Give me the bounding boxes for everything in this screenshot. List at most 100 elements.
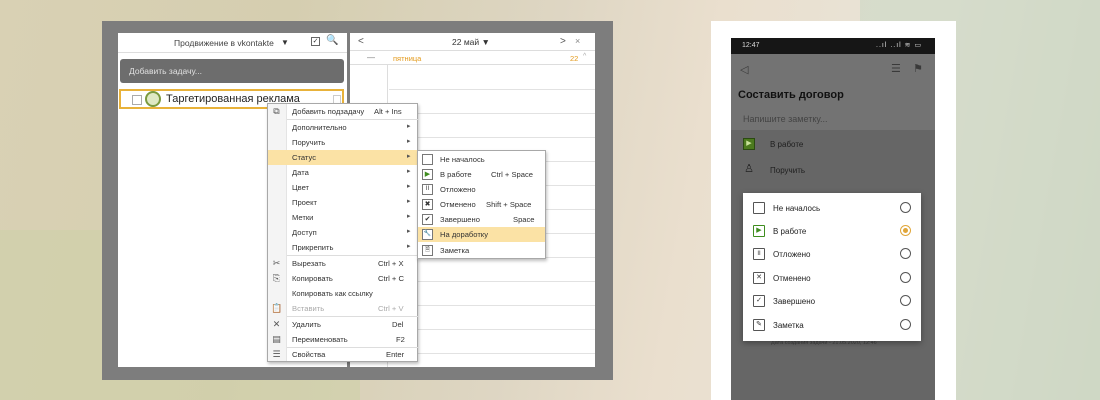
in-progress-icon: ▶ (422, 169, 433, 180)
calendar-header: < 22 май ▼ > × (350, 33, 595, 51)
menu-item-label: Вставить (292, 304, 325, 313)
dialog-option-not-started[interactable]: Не началось (743, 197, 921, 220)
cancelled-icon: ✕ (753, 272, 765, 284)
menu-item-label: Свойства (292, 350, 326, 359)
menu-item-label: Добавить подзадачу (292, 107, 365, 116)
add-task-placeholder: Добавить задачу... (129, 66, 202, 76)
status-option-cancelled[interactable]: ✖ Отменено Shift + Space (418, 197, 545, 212)
day-number: 22 (570, 54, 579, 63)
menu-item-project[interactable]: Проект ▸ (268, 195, 417, 210)
menu-item-paste[interactable]: 📋 Вставить Ctrl + V (268, 301, 417, 316)
chevron-left-icon[interactable]: < (358, 36, 364, 47)
task-checkbox[interactable] (132, 95, 142, 105)
status-option-paused[interactable]: II Отложено (418, 182, 545, 197)
menu-item-shortcut: Del (392, 320, 404, 329)
dialog-option-paused[interactable]: II Отложено (743, 243, 921, 266)
status-time: 12:47 (742, 42, 760, 49)
dialog-option-note[interactable]: ✎ Заметка (743, 314, 921, 337)
cancelled-icon: ✖ (422, 199, 433, 210)
chevron-down-icon[interactable]: ▼ (281, 38, 289, 47)
time-slot-line (389, 89, 595, 90)
back-icon[interactable]: ◁ (740, 63, 748, 76)
paused-icon: II (753, 248, 765, 260)
status-submenu: Не началось ▶ В работе Ctrl + Space II О… (417, 150, 546, 259)
status-option-label: На доработку (440, 230, 489, 239)
menu-item-access[interactable]: Доступ ▸ (268, 225, 417, 240)
check-icon[interactable]: ✓ (311, 37, 320, 46)
menu-item-label: Копировать (292, 274, 333, 283)
radio-button[interactable] (900, 202, 911, 213)
subtask-icon: ⧉ (273, 106, 280, 116)
not-started-icon (422, 154, 433, 165)
menu-item-cut[interactable]: ✂ Вырезать Ctrl + X (268, 256, 417, 271)
status-option-shortcut: Ctrl + Space (491, 170, 533, 179)
dialog-option-cancelled[interactable]: ✕ Отменено (743, 267, 921, 290)
in-progress-icon: ▶ (743, 138, 755, 150)
menu-item-attach[interactable]: Прикрепить ▸ (268, 240, 417, 255)
flag-icon[interactable]: ⚑ (913, 62, 923, 75)
status-option-done[interactable]: ✔ Завершено Space (418, 212, 545, 227)
radio-button[interactable] (900, 248, 911, 259)
menu-item-tags[interactable]: Метки ▸ (268, 210, 417, 225)
all-day-dash: — (367, 53, 375, 62)
status-row-label: В работе (770, 140, 804, 149)
task-status-icon[interactable] (145, 91, 161, 107)
radio-button[interactable] (900, 272, 911, 283)
status-option-rework[interactable]: 🔧 На доработку (418, 227, 545, 242)
menu-item-add-subtask[interactable]: ⧉ Добавить подзадачу Alt + Ins (268, 104, 417, 119)
dialog-option-label: Не началось (773, 204, 821, 213)
status-option-label: Отменено (440, 200, 476, 209)
dialog-option-in-progress[interactable]: ▶ В работе (743, 220, 921, 243)
dialog-option-label: В работе (773, 227, 807, 236)
menu-item-delete[interactable]: ✕ Удалить Del (268, 317, 417, 332)
task-title[interactable]: Составить договор (738, 89, 844, 101)
search-icon[interactable]: 🔍 (326, 35, 338, 46)
delete-icon: ✕ (272, 319, 281, 329)
signal-battery-icon: ..ıl ..ıl ≋ ▭ (876, 42, 923, 49)
menu-item-shortcut: Ctrl + V (378, 304, 404, 313)
menu-item-date[interactable]: Дата ▸ (268, 165, 417, 180)
status-option-shortcut: Space (513, 215, 535, 224)
note-icon: ✎ (753, 319, 765, 331)
radio-button[interactable] (900, 319, 911, 330)
list-title[interactable]: Продвижение в vkontakte (174, 38, 274, 48)
submenu-arrow-icon: ▸ (407, 168, 411, 175)
status-option-in-progress[interactable]: ▶ В работе Ctrl + Space (418, 167, 545, 182)
menu-item-properties[interactable]: ☰ Свойства Enter (268, 347, 417, 362)
menu-item-copy[interactable]: ⎘ Копировать Ctrl + C (268, 271, 417, 286)
radio-button[interactable] (900, 295, 911, 306)
status-option-label: Отложено (440, 185, 476, 194)
status-option-note[interactable]: 🗎 Заметка (418, 243, 545, 258)
dialog-option-done[interactable]: ✓ Завершено (743, 290, 921, 313)
menu-item-label: Доступ (292, 228, 317, 237)
menu-item-label: Цвет (292, 183, 310, 192)
add-task-input[interactable]: Добавить задачу... (120, 59, 344, 83)
menu-item-rename[interactable]: ▤ Переименовать F2 (268, 332, 417, 347)
menu-item-copy-link[interactable]: Копировать как ссылку (268, 286, 417, 301)
calendar-date-selector[interactable]: 22 май ▼ (452, 37, 490, 47)
list-icon[interactable]: ☰ (891, 62, 901, 75)
close-icon[interactable]: × (575, 36, 580, 46)
submenu-arrow-icon: ▸ (407, 138, 411, 145)
menu-item-assign[interactable]: Поручить ▸ (268, 135, 417, 150)
status-option-label: В работе (440, 170, 472, 179)
rename-icon: ▤ (272, 334, 281, 344)
menu-item-additional[interactable]: Дополнительно ▸ (268, 120, 417, 135)
menu-item-status[interactable]: Статус ▸ (268, 150, 417, 165)
status-option-not-started[interactable]: Не началось (418, 152, 545, 167)
done-icon: ✔ (422, 214, 433, 225)
radio-button-selected[interactable] (900, 225, 911, 236)
note-input[interactable]: Напишите заметку... (743, 114, 827, 124)
time-slot-line (389, 281, 595, 282)
note-icon: 🗎 (422, 245, 433, 256)
not-started-icon (753, 202, 765, 214)
chevron-up-icon[interactable]: ^ (583, 53, 586, 60)
menu-item-color[interactable]: Цвет ▸ (268, 180, 417, 195)
menu-item-label: Прикрепить (292, 243, 334, 252)
status-dialog: Не началось ▶ В работе II Отложено ✕ Отм… (743, 193, 921, 341)
dialog-option-label: Отменено (773, 274, 811, 283)
time-slot-line (389, 353, 595, 354)
menu-item-label: Дополнительно (292, 123, 347, 132)
chevron-right-icon[interactable]: > (560, 36, 566, 47)
time-slot-line (389, 137, 595, 138)
